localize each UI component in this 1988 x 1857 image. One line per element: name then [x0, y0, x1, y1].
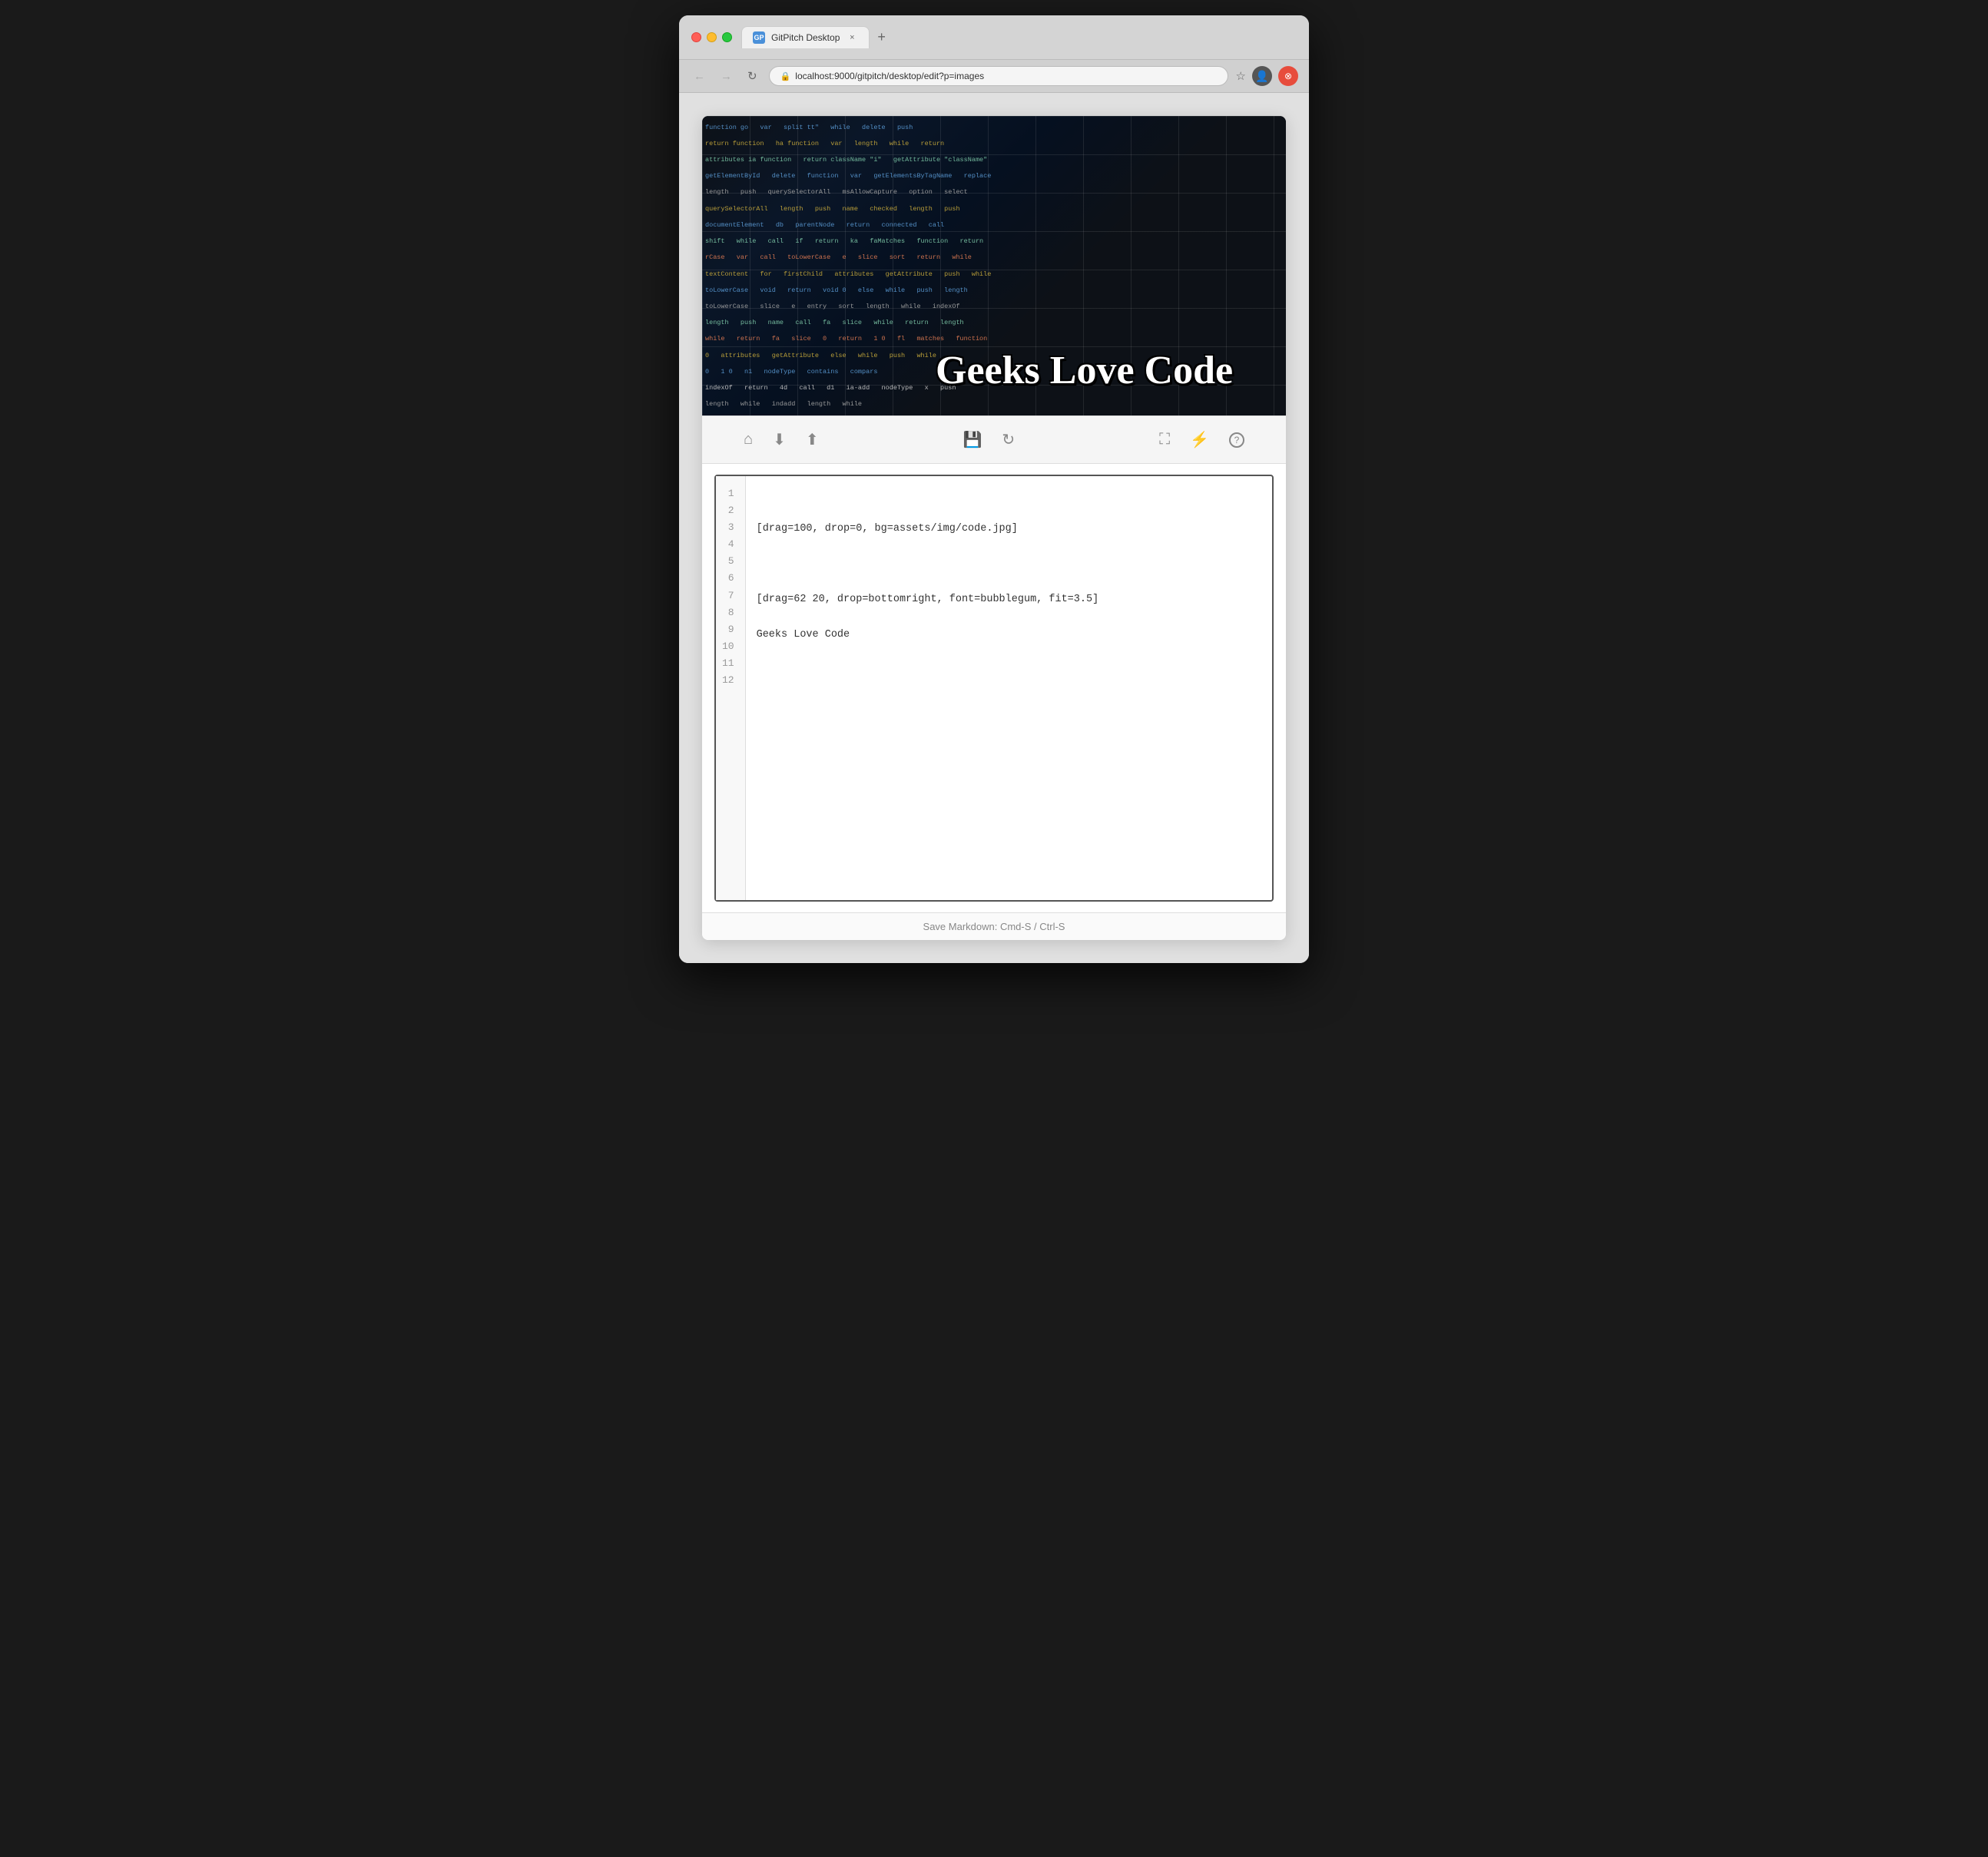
code-line-9: [757, 767, 1261, 785]
refresh-slide-button[interactable]: ↻: [999, 427, 1018, 452]
home-button[interactable]: ⌂: [741, 427, 756, 452]
code-line-6: [757, 661, 1261, 679]
status-bar: Save Markdown: Cmd-S / Ctrl-S: [702, 912, 1286, 940]
line-number-6: 6: [722, 570, 739, 587]
save-button[interactable]: 💾: [960, 427, 986, 452]
browser-tab[interactable]: GP GitPitch Desktop ×: [741, 26, 870, 48]
expand-button[interactable]: ⛶: [1156, 427, 1173, 452]
title-bar: GP GitPitch Desktop × +: [679, 15, 1309, 60]
browser-window: GP GitPitch Desktop × + ← → ↻ 🔒 localhos…: [679, 15, 1309, 963]
line-number-5: 5: [722, 553, 739, 570]
code-line-11: [757, 838, 1261, 856]
upload-icon: ⬆: [806, 430, 819, 449]
toolbar-center-group: 💾 ↻: [960, 427, 1019, 452]
home-icon: ⌂: [744, 431, 753, 449]
forward-button[interactable]: →: [717, 68, 736, 84]
traffic-lights: [691, 32, 732, 42]
save-icon: 💾: [963, 430, 982, 449]
line-number-4: 4: [722, 536, 739, 553]
line-number-12: 12: [722, 672, 739, 689]
address-actions: ☆ 👤 ⊗: [1236, 66, 1298, 86]
line-number-1: 1: [722, 485, 739, 502]
lightning-icon: ⚡: [1190, 430, 1209, 449]
code-line-7: [757, 697, 1261, 714]
status-text: Save Markdown: Cmd-S / Ctrl-S: [923, 921, 1065, 932]
download-button[interactable]: ⬇: [770, 427, 789, 452]
editor-panel: function go var split tt" while delete p…: [702, 116, 1286, 940]
url-text: localhost:9000/gitpitch/desktop/edit?p=i…: [795, 71, 984, 81]
line-number-9: 9: [722, 621, 739, 638]
line-number-10: 10: [722, 638, 739, 655]
new-tab-button[interactable]: +: [870, 25, 893, 50]
maximize-button[interactable]: [722, 32, 732, 42]
code-line-2: [drag=100, drop=0, bg=assets/img/code.jp…: [757, 521, 1261, 538]
expand-icon: ⛶: [1159, 431, 1170, 449]
url-bar[interactable]: 🔒 localhost:9000/gitpitch/desktop/edit?p…: [769, 66, 1228, 86]
lightning-button[interactable]: ⚡: [1187, 427, 1212, 452]
profile-button[interactable]: 👤: [1252, 66, 1272, 86]
close-button[interactable]: [691, 32, 701, 42]
toolbar-left-group: ⌂ ⬇ ⬆: [741, 427, 822, 452]
help-icon: ?: [1229, 432, 1244, 448]
slide-text-overlay: Geeks Love Code: [936, 349, 1271, 392]
code-line-3: [757, 556, 1261, 574]
close-red-button[interactable]: ⊗: [1278, 66, 1298, 86]
line-number-8: 8: [722, 604, 739, 621]
tab-bar: GP GitPitch Desktop × +: [741, 25, 1297, 50]
line-number-2: 2: [722, 502, 739, 519]
help-button[interactable]: ?: [1226, 427, 1247, 452]
tab-favicon: GP: [753, 31, 765, 44]
line-number-11: 11: [722, 655, 739, 672]
bookmark-button[interactable]: ☆: [1236, 69, 1246, 83]
toolbar: ⌂ ⬇ ⬆ 💾 ↻: [702, 415, 1286, 464]
toolbar-right-group: ⛶ ⚡ ?: [1156, 427, 1247, 452]
code-line-12: [757, 873, 1261, 891]
tab-title: GitPitch Desktop: [771, 32, 840, 43]
download-icon: ⬇: [773, 430, 786, 449]
refresh-button[interactable]: ↻: [744, 68, 761, 84]
code-textarea[interactable]: [drag=100, drop=0, bg=assets/img/code.jp…: [746, 476, 1272, 900]
slide-title: Geeks Love Code: [936, 349, 1271, 392]
line-number-3: 3: [722, 519, 739, 536]
content-area: function go var split tt" while delete p…: [679, 93, 1309, 963]
minimize-button[interactable]: [707, 32, 717, 42]
address-bar: ← → ↻ 🔒 localhost:9000/gitpitch/desktop/…: [679, 60, 1309, 93]
line-numbers: 1 2 3 4 5 6 7 8 9 10 11 12: [716, 476, 746, 900]
tab-close-button[interactable]: ×: [846, 31, 858, 44]
code-line-8: [757, 732, 1261, 750]
lock-icon: 🔒: [780, 71, 791, 81]
code-line-5: Geeks Love Code: [757, 627, 1261, 644]
line-number-7: 7: [722, 588, 739, 604]
code-editor[interactable]: 1 2 3 4 5 6 7 8 9 10 11 12 [drag=100, dr…: [714, 475, 1274, 902]
slide-preview: function go var split tt" while delete p…: [702, 116, 1286, 415]
upload-button[interactable]: ⬆: [803, 427, 822, 452]
code-line-10: [757, 803, 1261, 820]
refresh-icon: ↻: [1002, 430, 1015, 449]
back-button[interactable]: ←: [690, 68, 709, 84]
code-line-4: [drag=62 20, drop=bottomright, font=bubb…: [757, 591, 1261, 609]
code-line-1: [757, 485, 1261, 503]
